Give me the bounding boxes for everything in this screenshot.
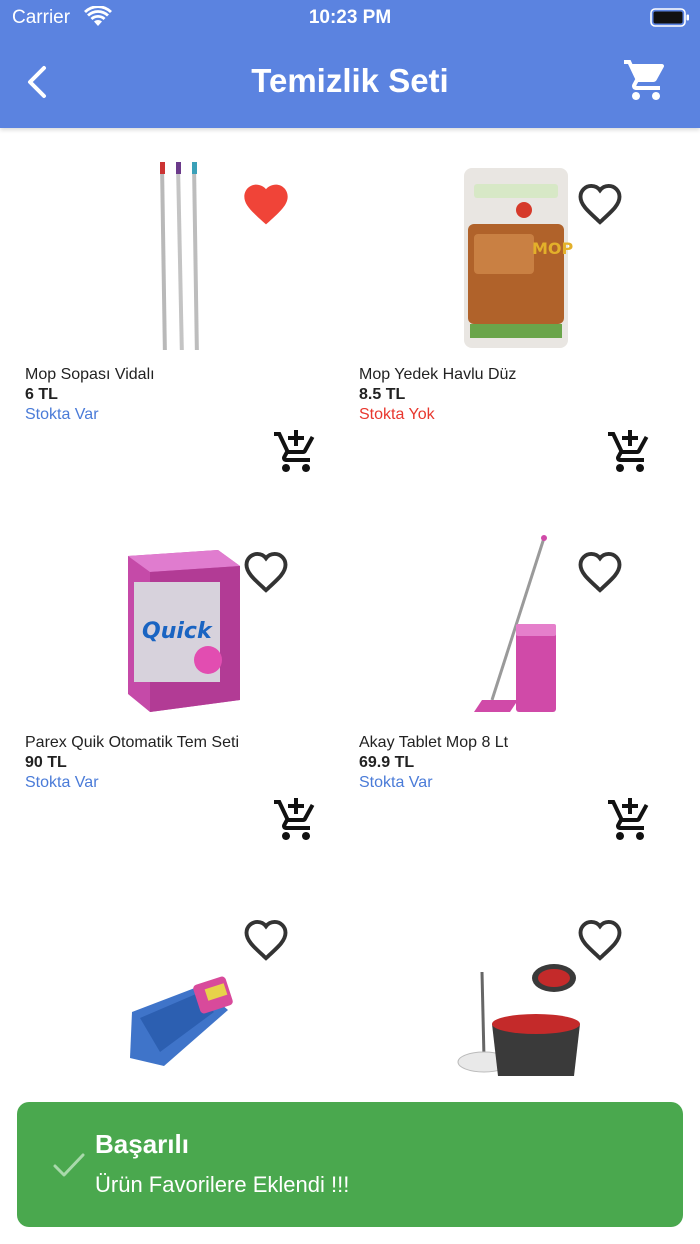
heart-outline-icon[interactable]	[240, 914, 292, 962]
product-card[interactable]: Mop Sopası Vidalı 6 TL Stokta Var	[0, 128, 334, 496]
cart-icon[interactable]	[622, 56, 670, 104]
stock-status: Stokta Yok	[359, 406, 435, 423]
add-to-cart-icon[interactable]	[606, 428, 654, 476]
add-to-cart-icon[interactable]	[606, 796, 654, 844]
product-price: 90 TL	[25, 754, 67, 771]
product-price: 69.9 TL	[359, 754, 415, 771]
heart-icon[interactable]	[240, 178, 292, 226]
heart-outline-icon[interactable]	[574, 914, 626, 962]
check-icon	[53, 1153, 85, 1177]
stock-status: Stokta Var	[25, 774, 99, 791]
add-to-cart-icon[interactable]	[272, 428, 320, 476]
svg-text:MOP: MOP	[532, 239, 574, 258]
status-bar: Carrier 10:23 PM	[0, 0, 700, 38]
page-title: Temizlik Seti	[251, 62, 449, 99]
stock-status: Stokta Var	[359, 774, 433, 791]
product-card[interactable]: Akay Tablet Mop 8 Lt 69.9 TL Stokta Var	[334, 496, 668, 864]
product-price: 6 TL	[25, 386, 58, 403]
product-price: 8.5 TL	[359, 386, 406, 403]
stock-status: Stokta Var	[25, 406, 99, 423]
toast-title: Başarılı	[95, 1129, 189, 1159]
nav-bar: Temizlik Seti	[0, 40, 700, 124]
product-name: Mop Sopası Vidalı	[25, 366, 155, 383]
product-name: Mop Yedek Havlu Düz	[359, 366, 517, 383]
svg-text:Quick: Quick	[142, 619, 213, 644]
heart-outline-icon[interactable]	[574, 178, 626, 226]
product-name: Parex Quik Otomatik Tem Seti	[25, 734, 239, 751]
add-to-cart-icon[interactable]	[272, 796, 320, 844]
product-card[interactable]: Quick Parex Quik Otomatik Tem Seti 90 TL…	[0, 496, 334, 864]
app-header: Carrier 10:23 PM Temizlik Seti	[0, 0, 700, 128]
toast-message: Ürün Favorilere Eklendi !!!	[95, 1172, 350, 1197]
product-card[interactable]: MOP Mop Yedek Havlu Düz 8.5 TL Stokta Yo…	[334, 128, 668, 496]
status-time: 10:23 PM	[308, 7, 392, 28]
success-toast[interactable]: Başarılı Ürün Favorilere Eklendi !!!	[17, 1102, 683, 1227]
heart-outline-icon[interactable]	[574, 546, 626, 594]
battery-icon	[650, 8, 689, 27]
product-name: Akay Tablet Mop 8 Lt	[359, 734, 509, 751]
heart-outline-icon[interactable]	[240, 546, 292, 594]
